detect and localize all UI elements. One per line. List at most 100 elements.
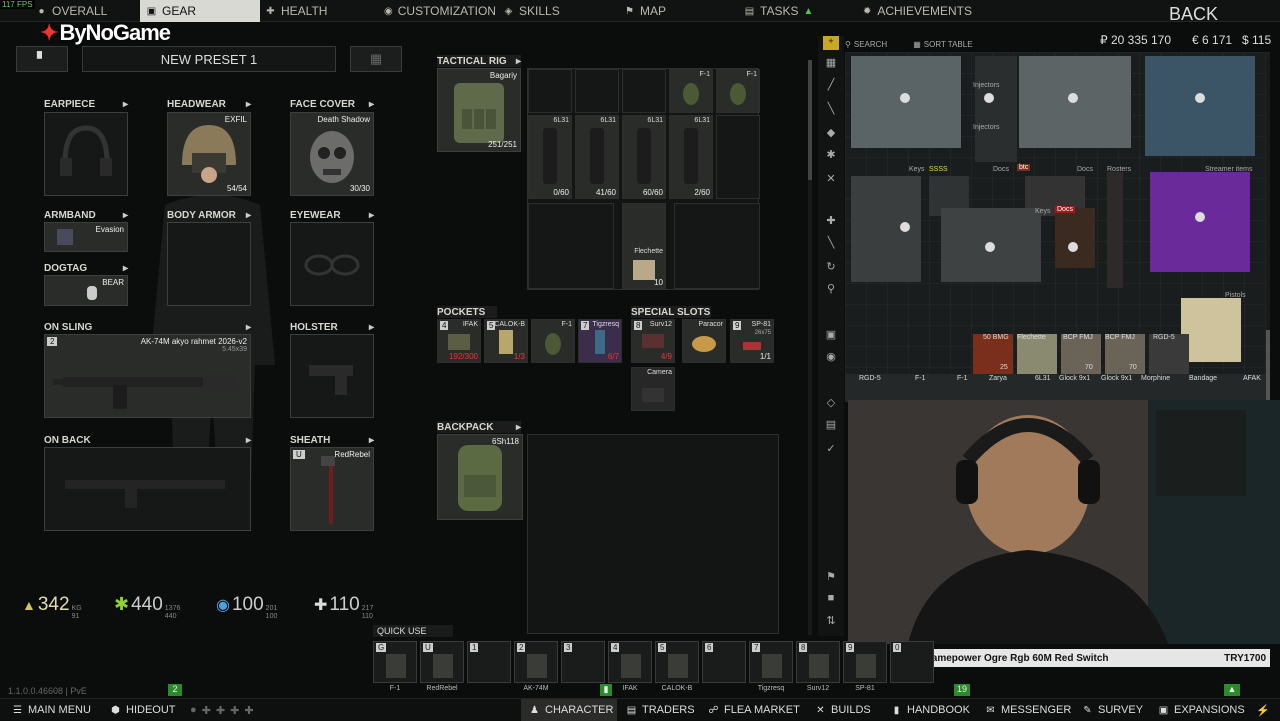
hideout-button[interactable]: ⬢ HIDEOUT bbox=[110, 699, 175, 721]
quick-use-slot[interactable]: 3 bbox=[561, 641, 605, 683]
builds-button[interactable]: ✕ BUILDS bbox=[815, 699, 870, 721]
character-button[interactable]: ♟ CHARACTER bbox=[521, 699, 617, 721]
quick-use-slot[interactable]: 0 bbox=[890, 641, 934, 683]
weapons-icon[interactable]: ╱ bbox=[823, 78, 839, 92]
quick-use-slot[interactable]: 6 bbox=[702, 641, 746, 683]
money-icon[interactable]: ▤ bbox=[823, 418, 839, 432]
key-icon[interactable]: ⚲ bbox=[823, 282, 839, 296]
sort-table-button[interactable]: ▦ SORT TABLE bbox=[913, 40, 972, 49]
quick-use-slot[interactable]: 8 bbox=[796, 641, 840, 683]
swap-icon[interactable]: ↻ bbox=[823, 260, 839, 274]
quick-use-slot[interactable]: 5 bbox=[655, 641, 699, 683]
add-slot-icon[interactable]: ✚ bbox=[216, 704, 225, 717]
rig-item-magazine[interactable]: 6L31 0/60 bbox=[528, 115, 572, 199]
add-slot-icon[interactable]: ✚ bbox=[244, 704, 253, 717]
slot-tactical-rig[interactable]: Bagariy 251/251 bbox=[437, 68, 521, 152]
quick-use-slot[interactable]: 7 bbox=[749, 641, 793, 683]
flea-market-button[interactable]: ☍ FLEA MARKET bbox=[708, 699, 799, 721]
special-item-camera[interactable]: Camera bbox=[631, 367, 675, 411]
notifications-button[interactable]: ⚡ bbox=[1256, 699, 1270, 721]
gear-scrollbar[interactable] bbox=[808, 60, 812, 635]
expansions-button[interactable]: ▣ EXPANSIONS bbox=[1158, 699, 1245, 721]
check-icon[interactable]: ✓ bbox=[823, 442, 839, 456]
tab-tasks[interactable]: ▤ TASKS ▲ bbox=[744, 0, 824, 22]
rig-item-magazine[interactable]: 6L31 2/60 bbox=[669, 115, 713, 199]
sort-icon[interactable]: ⇅ bbox=[823, 614, 839, 628]
medical-icon[interactable]: ✚ bbox=[823, 214, 839, 228]
presets-button[interactable]: ▘ bbox=[16, 46, 68, 72]
rig-cell[interactable] bbox=[575, 69, 619, 113]
pin-icon[interactable]: ⚑ bbox=[823, 570, 839, 584]
gear-scrollbar-thumb[interactable] bbox=[808, 60, 812, 180]
traders-button[interactable]: ▤ TRADERS bbox=[626, 699, 695, 721]
rig-cell[interactable] bbox=[528, 203, 614, 289]
rig-cell[interactable] bbox=[622, 69, 666, 113]
save-preset-button[interactable]: ▦ bbox=[350, 46, 402, 72]
special-item-flare[interactable]: 9 SP-81 26x75 1/1 bbox=[730, 319, 774, 363]
rig-item-grenade[interactable]: F-1 bbox=[669, 69, 713, 113]
tab-customization[interactable]: ◉ CUSTOMIZATION bbox=[384, 0, 496, 22]
rig-item-ammo[interactable]: Flechette 10 bbox=[622, 203, 666, 289]
slot-body-armor[interactable] bbox=[167, 222, 251, 306]
pocket-item-ifak[interactable]: 4 IFAK 192/300 bbox=[437, 319, 481, 363]
container-icon[interactable]: ▣ bbox=[823, 328, 839, 342]
stash-scrollbar[interactable] bbox=[1266, 60, 1270, 400]
stash-scrollbar-thumb[interactable] bbox=[1266, 330, 1270, 400]
slot-on-sling[interactable]: 2 AK-74M akyo rahmet 2026-v2 5.45x39 bbox=[44, 334, 251, 418]
lock-icon[interactable]: ■ bbox=[823, 592, 839, 606]
syringe-icon[interactable]: ╲ bbox=[823, 236, 839, 250]
slot-armband[interactable]: Evasion bbox=[44, 222, 128, 252]
profile-icon[interactable]: ● bbox=[190, 704, 197, 716]
quick-use-slot[interactable]: 9 bbox=[843, 641, 887, 683]
tools-icon[interactable]: ✕ bbox=[823, 172, 839, 186]
meds-icon[interactable]: ✱ bbox=[823, 148, 839, 162]
rig-cell[interactable] bbox=[716, 115, 760, 199]
handbook-button[interactable]: ▮ HANDBOOK bbox=[891, 699, 970, 721]
rig-cell[interactable] bbox=[674, 203, 760, 289]
tab-skills[interactable]: ◈ SKILLS bbox=[503, 0, 583, 22]
pocket-item-grenade[interactable]: F-1 bbox=[531, 319, 575, 363]
special-item-surv12[interactable]: 8 Surv12 4/9 bbox=[631, 319, 675, 363]
preset-name[interactable]: NEW PRESET 1 bbox=[82, 46, 336, 72]
slot-earpiece[interactable] bbox=[44, 112, 128, 196]
gear-category-icon[interactable]: ╲ bbox=[823, 102, 839, 116]
food-icon[interactable]: ◉ bbox=[823, 350, 839, 364]
add-slot-icon[interactable]: ✚ bbox=[230, 704, 239, 717]
add-filter-icon[interactable]: + bbox=[823, 36, 839, 50]
all-items-icon[interactable]: ▦ bbox=[823, 56, 839, 70]
pocket-item-calok[interactable]: 5 CALOK-B 1/3 bbox=[484, 319, 528, 363]
rig-item-grenade[interactable]: F-1 bbox=[716, 69, 760, 113]
pocket-item-tourniquet[interactable]: 7 Tigzresq 6/7 bbox=[578, 319, 622, 363]
rig-cell[interactable] bbox=[528, 69, 572, 113]
stash-search[interactable]: ⚲ SEARCH bbox=[845, 40, 887, 49]
slot-dogtag[interactable]: BEAR bbox=[44, 275, 128, 306]
tab-gear[interactable]: ▣ GEAR bbox=[140, 0, 260, 22]
barter-icon[interactable]: ◇ bbox=[823, 396, 839, 410]
back-button[interactable]: BACK bbox=[1169, 4, 1218, 25]
quick-use-slot[interactable]: 1 bbox=[467, 641, 511, 683]
slot-on-back[interactable] bbox=[44, 447, 251, 531]
survey-button[interactable]: ✎ SURVEY bbox=[1082, 699, 1143, 721]
rig-item-magazine[interactable]: 6L31 60/60 bbox=[622, 115, 666, 199]
slot-face-cover[interactable]: Death Shadow 30/30 bbox=[290, 112, 374, 196]
quick-use-slot[interactable]: G bbox=[373, 641, 417, 683]
slot-sheath[interactable]: U RedRebel bbox=[290, 447, 374, 531]
slot-holster[interactable] bbox=[290, 334, 374, 418]
tab-achievements[interactable]: ✹ ACHIEVEMENTS bbox=[862, 0, 972, 22]
tab-map[interactable]: ⚑ MAP bbox=[624, 0, 694, 22]
tab-health[interactable]: ✚ HEALTH bbox=[265, 0, 375, 22]
main-menu-button[interactable]: ☰ MAIN MENU bbox=[12, 699, 91, 721]
slot-eyewear[interactable] bbox=[290, 222, 374, 306]
backpack-grid[interactable] bbox=[527, 434, 779, 634]
stash-grid[interactable]: Injectors Injectors Keys SSSS Docs btc D… bbox=[845, 52, 1270, 402]
messenger-button[interactable]: ✉ MESSENGER bbox=[985, 699, 1071, 721]
tab-overall[interactable]: ● OVERALL bbox=[30, 0, 140, 22]
quick-use-slot[interactable]: U bbox=[420, 641, 464, 683]
ammo-category-icon[interactable]: ◆ bbox=[823, 126, 839, 140]
special-item-paracord[interactable]: Paracor bbox=[682, 319, 726, 363]
quick-use-slot[interactable]: 4 bbox=[608, 641, 652, 683]
add-slot-icon[interactable]: ✚ bbox=[202, 704, 211, 717]
slot-backpack[interactable]: 6Sh118 bbox=[437, 434, 523, 520]
quick-use-slot[interactable]: 2 bbox=[514, 641, 558, 683]
rig-item-magazine[interactable]: 6L31 41/60 bbox=[575, 115, 619, 199]
